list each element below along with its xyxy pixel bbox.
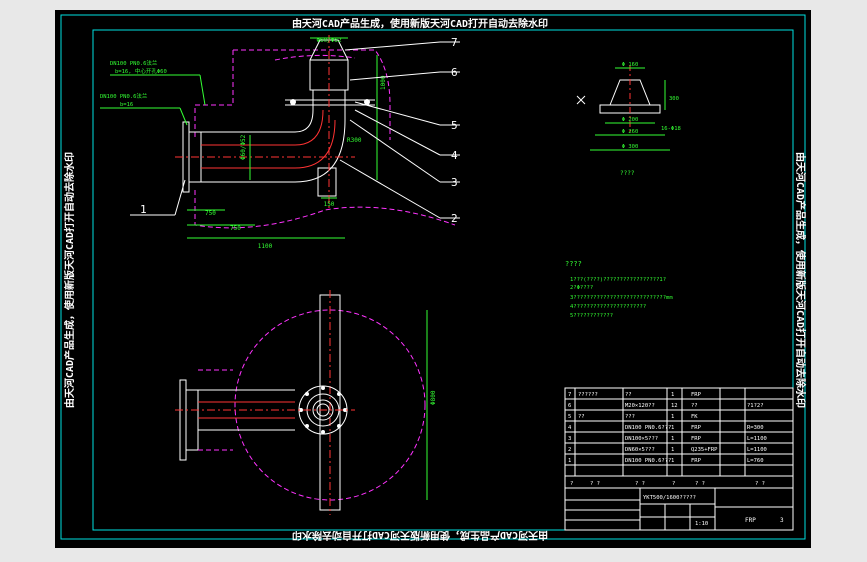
- bom-cell-no: 5: [568, 414, 571, 420]
- bom-cell-note: L=760: [747, 458, 764, 464]
- bom-cell-qty: 1: [671, 458, 674, 464]
- bom-cell-no: 7: [568, 392, 571, 398]
- bom-cell-spec: ??: [625, 392, 632, 398]
- balloon-2: 2: [451, 212, 458, 225]
- cad-viewport[interactable]: 由天河CAD产品生成，使用新版天河CAD打开自动去除水印 由天河CAD产品生成，…: [0, 0, 867, 562]
- title-material: FRP: [745, 517, 756, 524]
- plan-dim: Φ800: [430, 390, 437, 405]
- detail-caption: ????: [620, 170, 635, 177]
- label-flange-mid: DN100 PN0.6法兰: [100, 92, 148, 100]
- notes-line-2: 2?Φ????: [570, 285, 593, 291]
- bom-cell-spec: ???: [625, 414, 635, 420]
- balloon-6: 6: [451, 66, 458, 79]
- bom-cell-mat: FRP: [691, 392, 702, 398]
- watermark-bottom: 由天河CAD产品生成，使用新版天河CAD打开自动去除水印: [292, 529, 548, 542]
- dim-left1: 750: [205, 210, 216, 217]
- bom-header-spec: ? ?: [635, 481, 645, 487]
- bom-cell-spec: DN60×5???: [625, 447, 655, 453]
- detail-dim-side: 16-Φ18: [661, 126, 681, 132]
- detail-dim-h: 300: [669, 96, 679, 102]
- dim-bottom: 1100: [258, 243, 273, 250]
- notes-line-3: 3????????????????????????????mm: [570, 295, 673, 301]
- bom-cell-note: L=1100: [747, 447, 767, 453]
- bom-cell-qty: 12: [671, 403, 678, 409]
- bom-header-note: ? ?: [755, 481, 765, 487]
- watermark-right: 由天河CAD产品生成，使用新版天河CAD打开自动去除水印: [794, 152, 807, 408]
- dim-top: Φ60/Φ52: [316, 37, 342, 44]
- bom-cell-no: 3: [568, 436, 571, 442]
- detail-dim-top: Φ 160: [622, 62, 639, 68]
- notes-line-1: 1???(????)?????????????????1?: [570, 277, 666, 283]
- bom-cell-mat: FK: [691, 414, 698, 420]
- detail-view: Φ 160 Φ 200 Φ 260 Φ 300 300 16-Φ18 ????: [576, 62, 681, 177]
- bom-header-mat: ? ?: [695, 481, 705, 487]
- dim-left2: 750: [230, 225, 241, 232]
- elevation-view: 1100 750 750 Φ60/Φ52 1000 Φ60/Φ52 R300 1…: [100, 35, 460, 250]
- bom-cell-qty: 1: [671, 414, 674, 420]
- dim-radius: R300: [347, 137, 362, 144]
- notes-line-4: 4??????????????????????: [570, 304, 646, 310]
- label-flange-top: DN100 PN0.6法兰: [110, 59, 158, 67]
- drawing-sheet: 由天河CAD产品生成，使用新版天河CAD打开自动去除水印 由天河CAD产品生成，…: [55, 10, 811, 548]
- bom-cell-no: 2: [568, 447, 571, 453]
- bom-cell-no: 1: [568, 458, 571, 464]
- bom-cell-note: ?1?2?: [747, 403, 764, 409]
- balloon-5: 5: [451, 119, 458, 132]
- bom-cell-mat: ??: [691, 403, 698, 409]
- bom-cell-qty: 1: [671, 425, 674, 431]
- watermark-left: 由天河CAD产品生成，使用新版天河CAD打开自动去除水印: [63, 152, 76, 408]
- balloon-7: 7: [451, 36, 458, 49]
- bom-cell-no: 6: [568, 403, 571, 409]
- plan-view: Φ800: [175, 290, 437, 515]
- bom-cell-name: ??: [578, 414, 585, 420]
- notes-line-5: 5????????????: [570, 313, 613, 319]
- bom-cell-qty: 1: [671, 392, 674, 398]
- balloon-1: 1: [140, 203, 147, 216]
- label-flange-mid2: b=16: [120, 102, 133, 108]
- bom-cell-note: L=1100: [747, 436, 767, 442]
- bom-cell-spec: M20×120??: [625, 403, 655, 409]
- dim-stub: 150: [324, 201, 335, 208]
- bom-cell-mat: FRP: [691, 425, 702, 431]
- bom-cell-mat: FRP: [691, 458, 702, 464]
- bom-cell-spec: DN100×5???: [625, 436, 658, 442]
- bom-cell-spec: DN100 PN0.6???: [625, 425, 671, 431]
- bom-header-name: ? ?: [590, 481, 600, 487]
- bom-cell-qty: 1: [671, 436, 674, 442]
- bom-cell-no: 4: [568, 425, 572, 431]
- balloon-4: 4: [451, 149, 458, 162]
- bom-table: 7???????? 1 FRP6 M20×120?? 12?? ?1?2?5????? 1 F…: [564, 387, 794, 531]
- bom-header-qty: ?: [672, 481, 675, 487]
- dim-height: Φ60/Φ52: [240, 134, 247, 160]
- detail-dim-mid: Φ 200: [622, 117, 639, 123]
- watermark-top: 由天河CAD产品生成，使用新版天河CAD打开自动去除水印: [292, 17, 548, 30]
- title-sheet: 3: [780, 517, 784, 524]
- technical-notes: ???? 1???(????)?????????????????1? 2?Φ??…: [565, 260, 673, 319]
- bom-cell-mat: Q235+FRP: [691, 447, 718, 453]
- detail-dim-bot: Φ 260: [622, 129, 639, 135]
- bom-cell-qty: 1: [671, 447, 674, 453]
- notes-title: ????: [565, 260, 582, 268]
- bom-cell-spec: DN100 PN0.6???: [625, 458, 671, 464]
- detail-dim-bot2: Φ 300: [622, 144, 639, 150]
- bom-cell-name: ??????: [578, 392, 598, 398]
- bom-cell-note: R=300: [747, 425, 764, 431]
- drawing-number: YKT500/1600?????: [643, 495, 696, 501]
- balloon-3: 3: [451, 176, 458, 189]
- bom-cell-mat: FRP: [691, 436, 702, 442]
- drawing-svg: 由天河CAD产品生成，使用新版天河CAD打开自动去除水印 由天河CAD产品生成，…: [60, 14, 807, 542]
- bom-header-no: ?: [570, 481, 573, 487]
- label-flange-top2: b=16, 中心开孔Φ60: [115, 67, 167, 75]
- title-scale: 1:10: [695, 521, 708, 527]
